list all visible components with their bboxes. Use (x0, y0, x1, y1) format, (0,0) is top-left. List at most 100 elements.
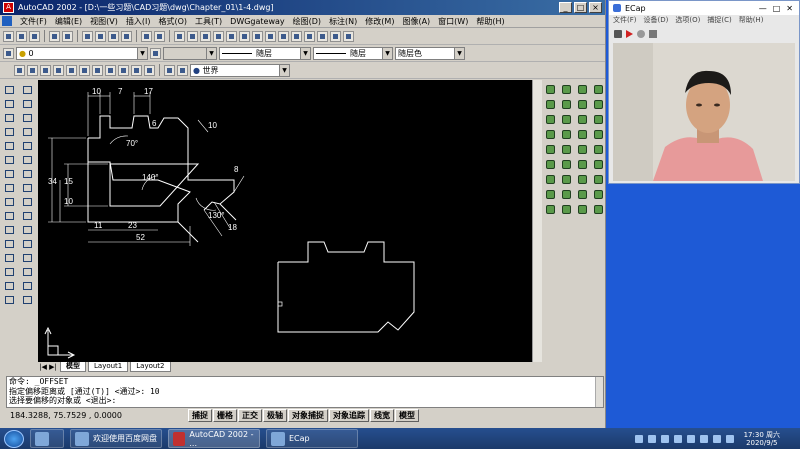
battery-icon[interactable] (725, 434, 734, 443)
ecap-menu-device[interactable]: 设备(D) (644, 15, 676, 27)
explode-icon[interactable] (20, 293, 34, 305)
copy-icon[interactable] (95, 30, 106, 42)
ellipse-icon[interactable] (2, 195, 16, 207)
tab-nav-first-icon[interactable]: |◀ (38, 363, 48, 371)
hyperlink-icon[interactable] (174, 30, 185, 42)
mirror-icon[interactable] (20, 111, 34, 123)
menu-draw[interactable]: 绘图(D) (289, 15, 325, 28)
start-button[interactable] (4, 429, 24, 448)
menu-dwggateway[interactable]: DWGgateway (226, 15, 289, 28)
cone-icon[interactable] (544, 128, 556, 140)
ucs-world-icon[interactable] (164, 64, 175, 76)
record-icon[interactable] (637, 30, 645, 38)
menu-image[interactable]: 图像(A) (398, 15, 434, 28)
sw-iso-icon[interactable] (105, 64, 116, 76)
intersect-icon[interactable] (560, 128, 572, 140)
polar-toggle[interactable]: 极轴 (263, 409, 287, 422)
menu-dimension[interactable]: 标注(N) (325, 15, 361, 28)
help-icon[interactable] (647, 434, 656, 443)
ecap-close-button[interactable]: ✕ (786, 4, 793, 13)
zoom-icon[interactable] (592, 113, 604, 125)
tab-model[interactable]: 模型 (60, 362, 86, 372)
match-properties-icon[interactable] (121, 30, 132, 42)
fillet-icon[interactable] (20, 279, 34, 291)
ecap-maximize-button[interactable]: □ (773, 4, 781, 13)
tab-layout2[interactable]: Layout2 (130, 362, 171, 372)
shield-icon[interactable] (673, 434, 682, 443)
lineweight-select[interactable]: 随层 ▼ (313, 46, 393, 60)
chamfer-icon[interactable] (20, 265, 34, 277)
array-icon[interactable] (20, 139, 34, 151)
ecap-menu-file[interactable]: 文件(F) (613, 15, 644, 27)
zoom-previous-icon[interactable] (252, 30, 263, 42)
stretch-icon[interactable] (20, 195, 34, 207)
lineweight-toggle[interactable]: 线宽 (370, 409, 394, 422)
cylinder-icon[interactable] (544, 113, 556, 125)
language-icon[interactable] (634, 434, 643, 443)
menu-edit[interactable]: 编辑(E) (51, 15, 86, 28)
color-select-empty[interactable]: ▼ (163, 46, 217, 60)
taskbar-app-pinned[interactable] (30, 429, 64, 448)
polygon-icon[interactable] (2, 125, 16, 137)
command-window[interactable]: 命令: _OFFSET 指定偏移距离或 [通过(T)] <通过>: 10 选择要… (6, 376, 604, 408)
solid-edit-icon[interactable] (560, 83, 572, 95)
menu-view[interactable]: 视图(V) (86, 15, 122, 28)
loft-icon[interactable] (544, 203, 556, 215)
menu-help[interactable]: 帮助(H) (472, 15, 508, 28)
orbit-icon[interactable] (592, 98, 604, 110)
close-button[interactable]: × (589, 2, 602, 13)
revolve-icon[interactable] (544, 173, 556, 185)
print-preview-icon[interactable] (62, 30, 73, 42)
move-icon[interactable] (20, 153, 34, 165)
menu-window[interactable]: 窗口(W) (434, 15, 472, 28)
slice-icon[interactable] (560, 143, 572, 155)
extend-icon[interactable] (20, 237, 34, 249)
snap-toggle[interactable]: 捕捉 (188, 409, 212, 422)
lengthen-icon[interactable] (20, 209, 34, 221)
right-view-icon[interactable] (66, 64, 77, 76)
swivel-icon[interactable] (592, 173, 604, 185)
ne-iso-icon[interactable] (131, 64, 142, 76)
insert-block-icon[interactable] (2, 209, 16, 221)
clock[interactable]: 17:30 周六 2020/9/5 (744, 431, 780, 447)
erase-icon[interactable] (20, 83, 34, 95)
grid-toggle[interactable]: 栅格 (213, 409, 237, 422)
menu-tools[interactable]: 工具(T) (191, 15, 226, 28)
revolved-surface-icon[interactable] (576, 173, 588, 185)
point-icon[interactable] (2, 237, 16, 249)
dish-icon[interactable] (576, 143, 588, 155)
ucs-select[interactable]: ● 世界 ▼ (190, 63, 290, 77)
ortho-toggle[interactable]: 正交 (238, 409, 262, 422)
offset-icon[interactable] (20, 125, 34, 137)
shade-icon[interactable] (317, 30, 328, 42)
box-icon[interactable] (544, 83, 556, 95)
layer-select[interactable]: ● 0 ▼ (16, 46, 148, 60)
tab-nav-next-icon[interactable]: ▶| (48, 363, 58, 371)
taskbar-baidu-netdisk[interactable]: 欢迎使用百度网盘 (70, 429, 162, 448)
volume-icon[interactable] (699, 434, 708, 443)
dome-icon[interactable] (576, 128, 588, 140)
plot-style-select[interactable]: 随层色 ▼ (395, 46, 465, 60)
save-icon[interactable] (29, 30, 40, 42)
rotate-icon[interactable] (20, 167, 34, 179)
otrack-toggle[interactable]: 对象追踪 (329, 409, 369, 422)
ucs-icon[interactable] (200, 30, 211, 42)
distance-icon[interactable] (592, 188, 604, 200)
open-file-icon[interactable] (16, 30, 27, 42)
table-icon[interactable] (2, 279, 16, 291)
tab-layout1[interactable]: Layout1 (88, 362, 129, 372)
se-iso-icon[interactable] (118, 64, 129, 76)
ruled-surface-icon[interactable] (576, 188, 588, 200)
taskbar-ecap[interactable]: ECap (266, 429, 358, 448)
circle-icon[interactable] (2, 167, 16, 179)
subtract-icon[interactable] (560, 113, 572, 125)
paste-icon[interactable] (108, 30, 119, 42)
region-icon[interactable] (2, 265, 16, 277)
camera-icon[interactable] (592, 143, 604, 155)
sweep-icon[interactable] (544, 188, 556, 200)
taskbar-autocad[interactable]: AutoCAD 2002 - ... (168, 429, 260, 448)
menu-file[interactable]: 文件(F) (16, 15, 51, 28)
wedge-icon[interactable] (576, 98, 588, 110)
surface-icon[interactable] (576, 83, 588, 95)
line-icon[interactable] (2, 83, 16, 95)
